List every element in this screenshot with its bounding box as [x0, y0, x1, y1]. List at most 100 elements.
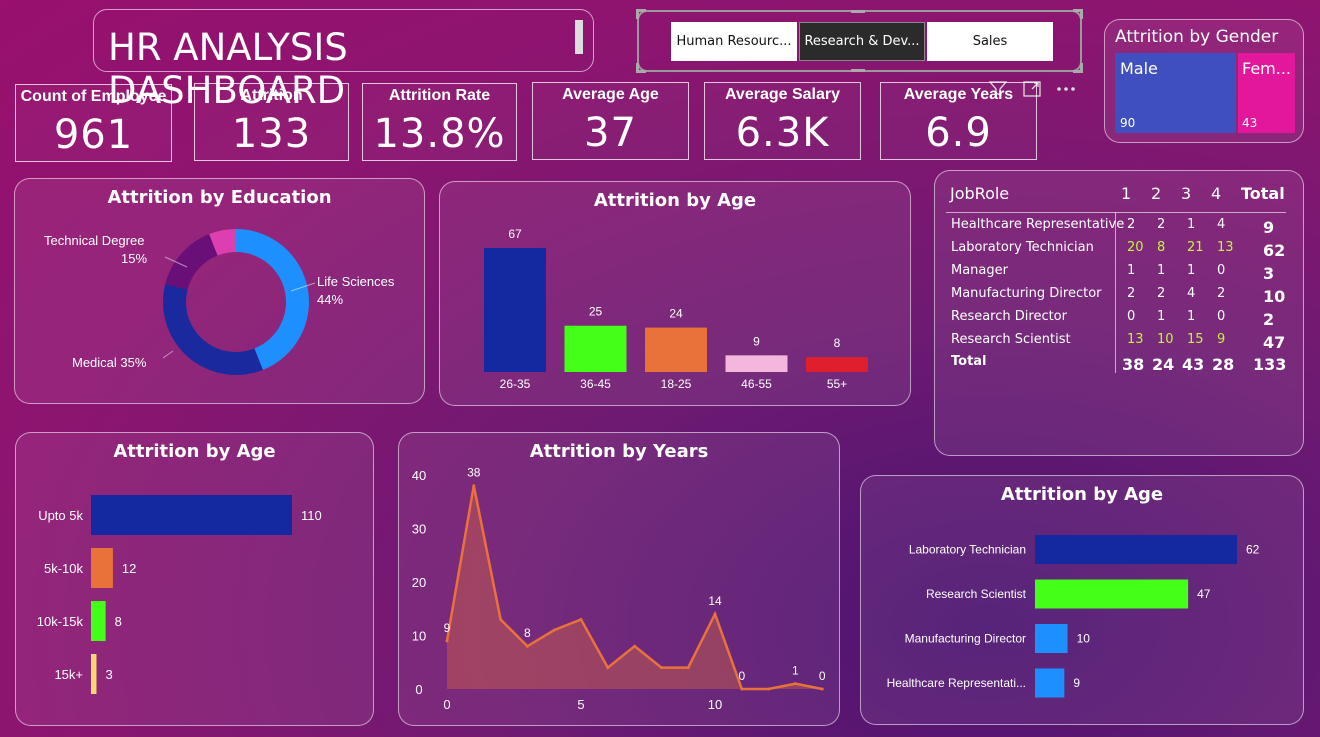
years-data-point[interactable]	[820, 687, 824, 691]
age-bar-value-label: 67	[508, 227, 522, 241]
kpi-value: 13.8%	[373, 111, 506, 157]
kpi-value: 6.9	[925, 110, 992, 156]
more-options-icon[interactable]	[1051, 76, 1081, 102]
matrix-total-cell: 24	[1152, 355, 1175, 374]
age-axis-tick-label: 26-35	[500, 377, 531, 391]
slicer-option-human-resources[interactable]: Human Resourc...	[671, 22, 797, 61]
matrix-cell: 1	[1127, 263, 1136, 278]
jobrole-bar-healthcare-representati-[interactable]	[1035, 668, 1065, 698]
donut-slice-life-sciences[interactable]	[236, 229, 309, 370]
jobrole-bar-manufacturing-director[interactable]	[1035, 624, 1068, 653]
years-data-point[interactable]	[767, 687, 771, 691]
jobrole-axis-tick-label: Laboratory Technician	[909, 543, 1026, 557]
years-data-label: 1	[792, 664, 799, 678]
years-data-point[interactable]	[525, 644, 529, 648]
years-data-point[interactable]	[472, 484, 476, 488]
matrix-total-cell: 28	[1212, 355, 1235, 374]
salary-bar-10k-15k[interactable]	[91, 601, 106, 641]
salary-bar-upto-5k[interactable]	[91, 495, 292, 535]
age-bar-18-25[interactable]	[645, 327, 707, 372]
age-column-chart[interactable]: 67 26-35 25 36-45 24 18-25 9 46-55 8 55+	[440, 182, 912, 407]
kpi-label: Attrition	[240, 87, 303, 104]
resize-handle-br[interactable]	[1073, 63, 1083, 73]
jobrole-axis-tick-label: Research Scientist	[926, 587, 1027, 601]
gender-panel: Attrition by Gender Male 90 Fem... 43	[1104, 19, 1304, 143]
age-bar-26-35[interactable]	[484, 248, 546, 372]
jobrole-axis-tick-label: Healthcare Representati...	[887, 676, 1026, 690]
label-medical: Medical 35%	[72, 355, 147, 370]
matrix-cell: 10	[1157, 332, 1174, 347]
jobrole-bar-chart[interactable]: Laboratory Technician 62 Research Scientis…	[861, 476, 1305, 726]
jobrole-bar-laboratory-technician[interactable]	[1035, 535, 1237, 564]
gender-female-label: Fem...	[1242, 59, 1292, 78]
matrix-row-label: Research Scientist	[951, 332, 1071, 347]
matrix-cell: 13	[1127, 332, 1144, 347]
jobrole-bar-research-scientist[interactable]	[1035, 579, 1189, 609]
kpi-average-age: Average Age 37	[532, 82, 689, 160]
years-data-label: 38	[467, 466, 481, 480]
label-technical-degree: Technical Degree	[44, 233, 145, 248]
age-bar-36-45[interactable]	[564, 325, 627, 372]
years-data-point[interactable]	[793, 682, 797, 686]
donut-slice-medical[interactable]	[162, 283, 263, 375]
donut-slice-technical-degree[interactable]	[165, 234, 218, 290]
education-donut-chart[interactable]	[15, 179, 426, 405]
resize-handle-top[interactable]	[851, 10, 865, 13]
matrix-header-jobrole: JobRole	[950, 184, 1010, 203]
matrix-cell: 0	[1217, 309, 1226, 324]
resize-handle-bottom[interactable]	[851, 69, 865, 72]
label-technical-degree-pct: 15%	[121, 251, 148, 266]
years-data-point[interactable]	[713, 612, 717, 616]
age-axis-tick-label: 18-25	[661, 377, 692, 391]
jobrole-bar-value-label: 10	[1077, 632, 1091, 646]
matrix-cell: 1	[1157, 309, 1166, 324]
years-data-point[interactable]	[499, 617, 503, 621]
matrix-cell: 13	[1217, 240, 1234, 255]
salary-bar-15k-[interactable]	[91, 654, 97, 694]
matrix-row-total: 47	[1263, 333, 1286, 352]
years-data-point[interactable]	[579, 617, 583, 621]
years-data-point[interactable]	[633, 644, 637, 648]
years-data-point[interactable]	[606, 666, 610, 670]
years-data-point[interactable]	[686, 666, 690, 670]
matrix-row-label: Manager	[951, 263, 1008, 278]
salary-bar-chart[interactable]: Upto 5k 110 5k-10k 12 10k-15k 8 15k+ 3	[16, 433, 375, 727]
matrix-header-3: 3	[1181, 184, 1192, 203]
years-data-point[interactable]	[659, 666, 663, 670]
years-data-point[interactable]	[552, 628, 556, 632]
matrix-header-4: 4	[1211, 184, 1222, 203]
matrix-total-cell: 38	[1122, 355, 1145, 374]
gender-male-value: 90	[1120, 116, 1136, 130]
gender-female-value: 43	[1242, 116, 1258, 130]
resize-handle-tr[interactable]	[1073, 9, 1083, 19]
slicer-option-research-development[interactable]: Research & Dev...	[799, 22, 925, 61]
slicer-option-sales[interactable]: Sales	[927, 22, 1053, 61]
years-area-chart[interactable]: 0102030400 5 109388140 1 0	[399, 433, 841, 727]
years-x-tick-label: 10	[708, 697, 722, 712]
matrix-column-divider	[1115, 212, 1116, 373]
age-bar-46-55[interactable]	[725, 355, 788, 372]
gender-female-tile[interactable]: Fem... 43	[1238, 53, 1295, 133]
salary-bar-value-label: 8	[115, 614, 122, 629]
years-data-label: 0	[738, 669, 745, 683]
matrix-cell: 1	[1157, 263, 1166, 278]
gender-male-tile[interactable]: Male 90	[1115, 53, 1236, 133]
years-x-tick-label: 5	[577, 697, 584, 712]
matrix-cell: 2	[1127, 217, 1136, 232]
resize-handle-bl[interactable]	[636, 63, 646, 73]
years-data-label: 14	[708, 594, 722, 608]
resize-handle-tl[interactable]	[636, 9, 646, 19]
age-bar-value-label: 8	[834, 336, 841, 350]
department-slicer[interactable]: Human Resourc... Research & Dev... Sales	[636, 9, 1083, 73]
kpi-label: Average Salary	[724, 86, 841, 103]
matrix-cell: 2	[1127, 286, 1136, 301]
years-data-point[interactable]	[445, 639, 449, 643]
salary-axis-tick-label: 5k-10k	[44, 561, 84, 576]
gender-male-label: Male	[1120, 59, 1158, 78]
years-data-point[interactable]	[740, 687, 744, 691]
salary-bar-5k-10k[interactable]	[91, 548, 113, 588]
education-panel: Attrition by Education Technical Degree …	[14, 178, 425, 404]
age-bar-value-label: 25	[589, 305, 603, 319]
kpi-count-of-employee: Count of Employee 961	[15, 84, 172, 162]
age-bar-55+[interactable]	[806, 357, 868, 372]
